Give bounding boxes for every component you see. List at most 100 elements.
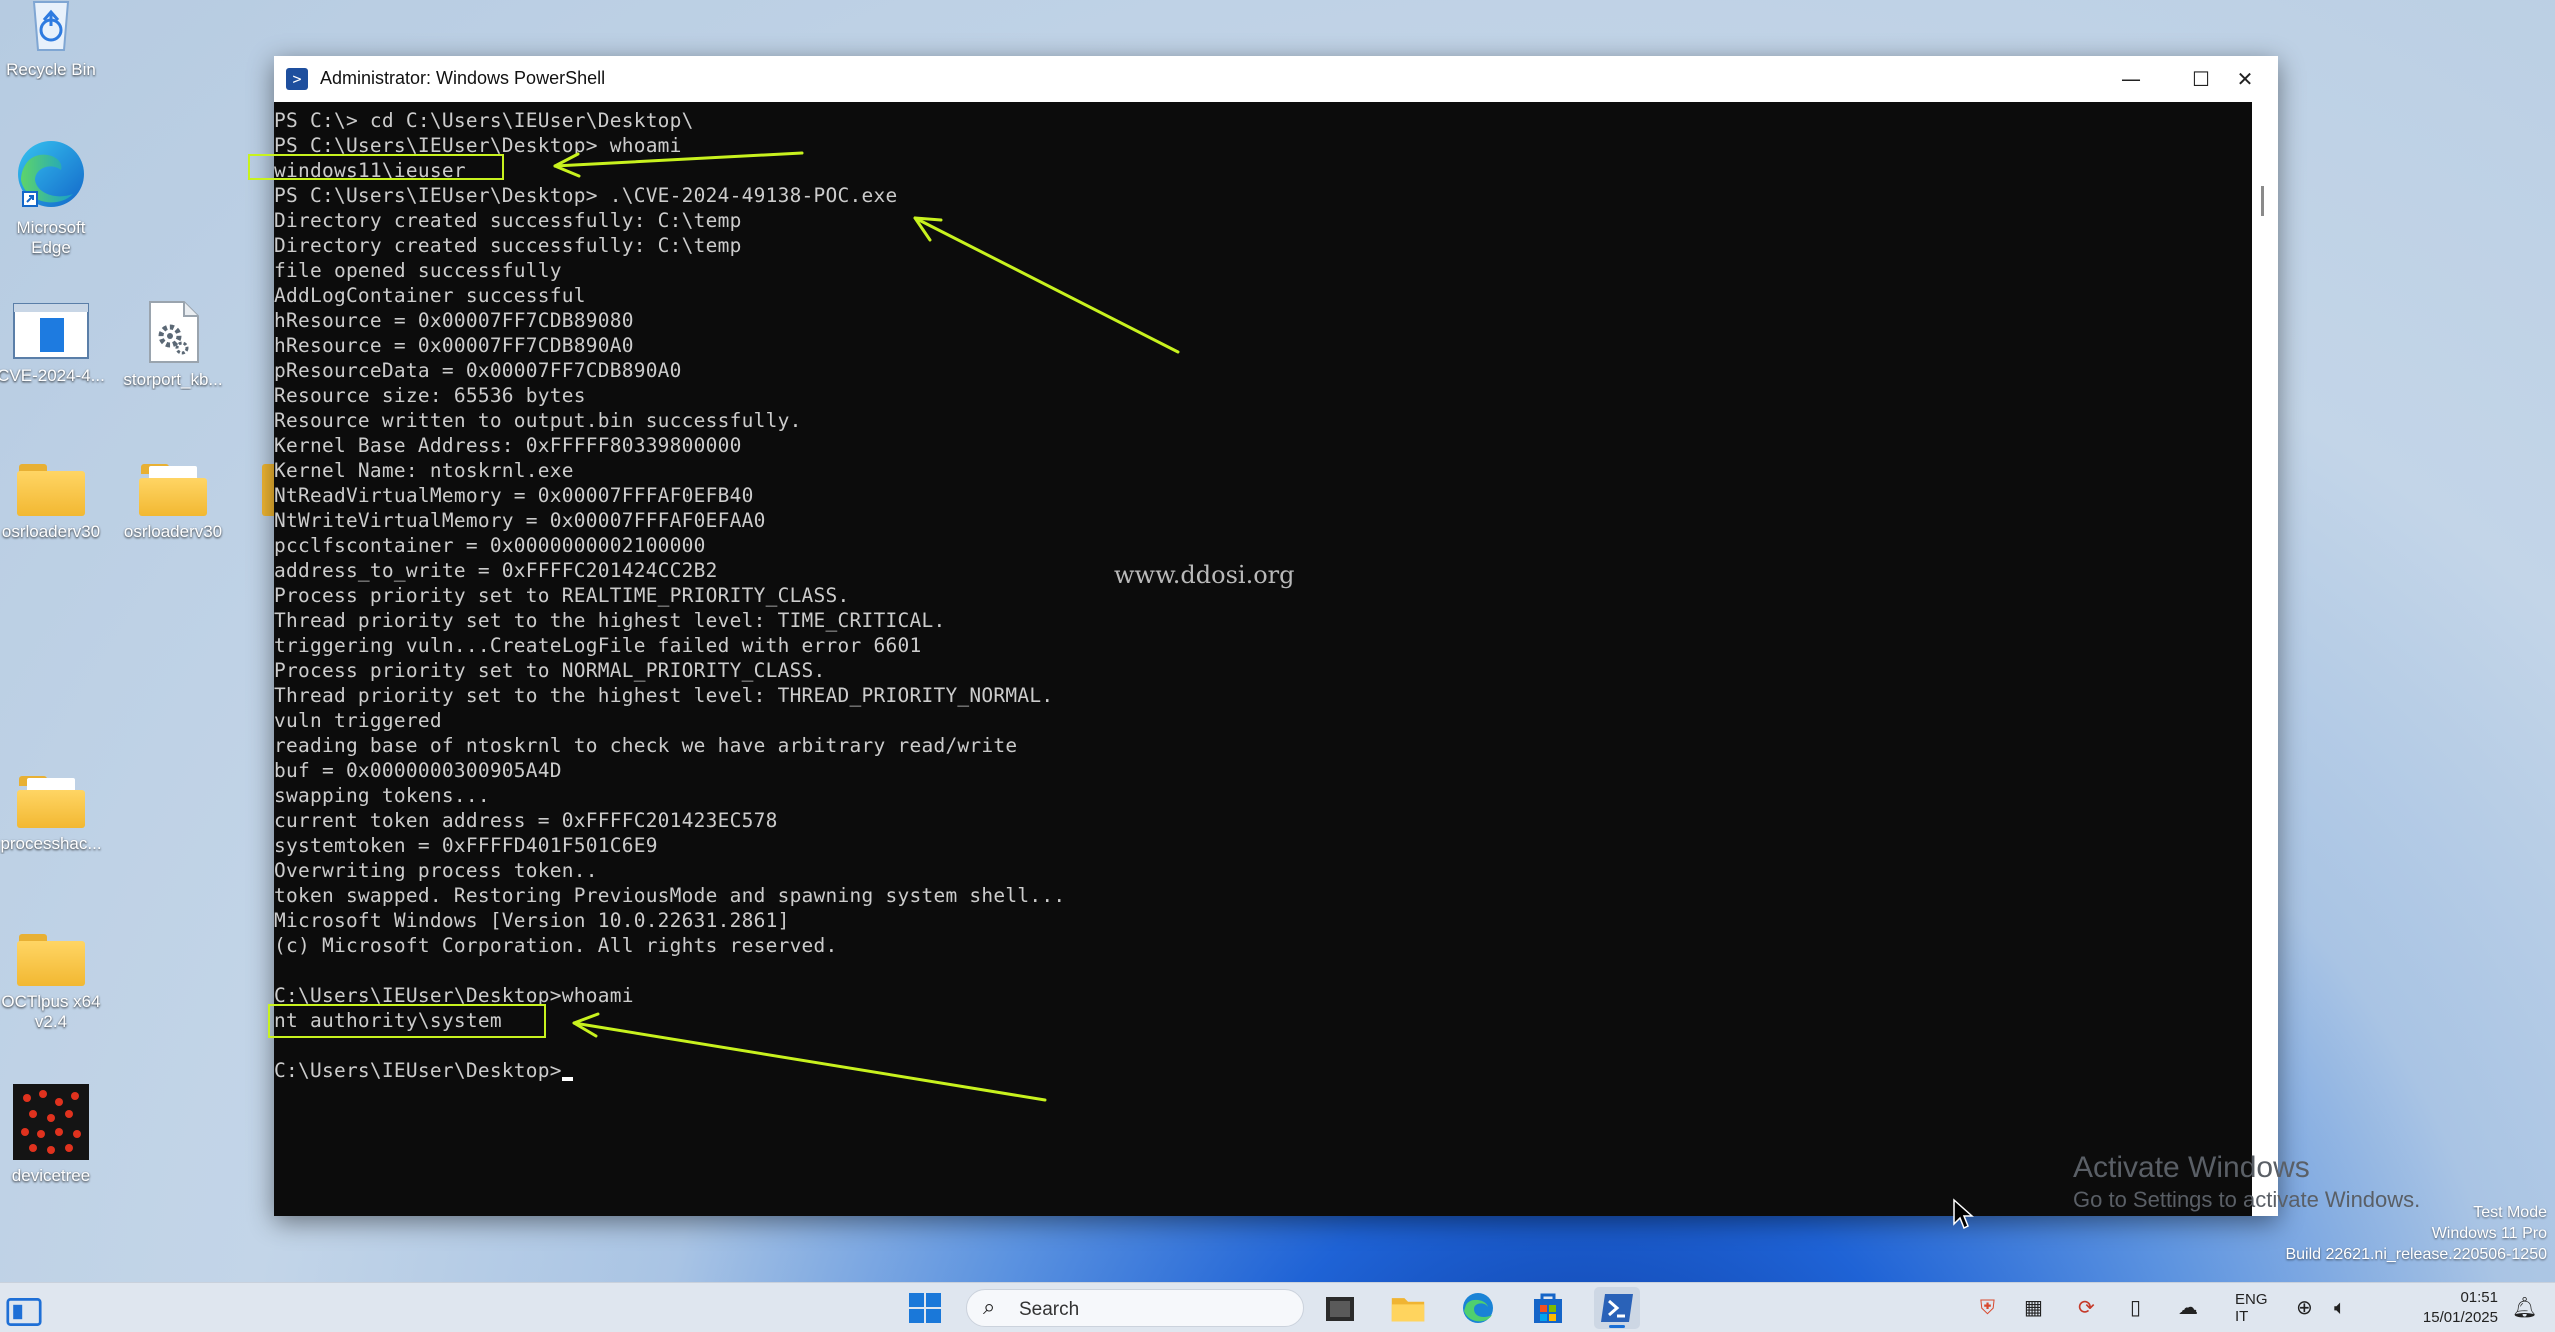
notification-bell-icon[interactable]: 🔔︎ (2512, 1295, 2537, 1319)
onedrive-offline-icon[interactable]: ☁ (2178, 1295, 2198, 1319)
terminal-line: pResourceData = 0x00007FF7CDB890A0 (274, 359, 682, 382)
clock-date: 15/01/2025 (2422, 1309, 2498, 1326)
folder-icon (17, 464, 85, 516)
desktop-icon-recycle-bin[interactable]: Recycle Bin (0, 0, 126, 80)
devicetree-icon (13, 1084, 89, 1160)
terminal-line: PS C:\Users\IEUser\Desktop> whoami (274, 134, 682, 157)
activate-windows-title: Activate Windows (2073, 1151, 2310, 1184)
terminal-line: Kernel Base Address: 0xFFFFF80339800000 (274, 434, 742, 457)
executable-file-icon (13, 303, 89, 359)
terminal-line: swapping tokens... (274, 784, 490, 807)
terminal-line: Kernel Name: ntoskrnl.exe (274, 459, 574, 482)
terminal-prompt-line[interactable]: C:\Users\IEUser\Desktop> (274, 1058, 2252, 1083)
widgets-icon[interactable] (6, 1295, 42, 1329)
terminal-line: PS C:\> cd C:\Users\IEUser\Desktop\ (274, 109, 694, 132)
terminal-line: AddLogContainer successful (274, 284, 586, 307)
desktop-icon-devicetree[interactable]: devicetree (0, 1084, 126, 1186)
desktop-icon-ocltplus[interactable]: OCTlpus x64 v2.4 (0, 934, 126, 1032)
terminal-line: token swapped. Restoring PreviousMode an… (274, 884, 1066, 907)
folder-icon (139, 464, 207, 516)
settings-file-icon (149, 301, 199, 363)
close-button[interactable]: ✕ (2212, 56, 2278, 102)
edge-taskbar-icon[interactable] (1460, 1291, 1496, 1325)
terminal-line: Microsoft Windows [Version 10.0.22631.28… (274, 909, 790, 932)
terminal-line: hResource = 0x00007FF7CDB89080 (274, 309, 634, 332)
active-indicator (1609, 1325, 1625, 1328)
search-icon: ⌕ (983, 1295, 996, 1320)
start-windows-icon[interactable] (907, 1291, 943, 1325)
terminal-line: systemtoken = 0xFFFFD401F501C6E9 (274, 834, 658, 857)
terminal-line: PS C:\Users\IEUser\Desktop> .\CVE-2024-4… (274, 184, 898, 207)
desktop-icon-edge[interactable]: Microsoft Edge (0, 136, 126, 258)
folder-icon (17, 934, 85, 986)
minimize-button[interactable]: — (2098, 56, 2164, 102)
desktop-icon-osrloader-2[interactable]: osrloaderv30 (98, 464, 248, 542)
terminal-line: NtReadVirtualMemory = 0x00007FFFAF0EFB40 (274, 484, 754, 507)
terminal-line: Overwriting process token.. (274, 859, 598, 882)
terminal-line: Resource written to output.bin successfu… (274, 409, 802, 432)
terminal-line: vuln triggered (274, 709, 442, 732)
store-icon[interactable] (1530, 1291, 1566, 1325)
file-explorer-icon[interactable] (1390, 1291, 1426, 1325)
language-sub-label: IT (2235, 1308, 2249, 1325)
terminal-line: Resource size: 65536 bytes (274, 384, 586, 407)
edge-browser-icon (18, 141, 84, 207)
recycle-bin-icon (32, 1, 70, 51)
terminal-line: NtWriteVirtualMemory = 0x00007FFFAF0EFAA… (274, 509, 766, 532)
volume-icon[interactable]: 🔈︎ (2334, 1295, 2346, 1319)
terminal-line: current token address = 0xFFFFC201423EC5… (274, 809, 778, 832)
powershell-taskbar-button[interactable] (1594, 1287, 1640, 1329)
terminal-line: (c) Microsoft Corporation. All rights re… (274, 934, 838, 957)
mouse-pointer-icon (1953, 1198, 1974, 1230)
text-cursor (561, 1077, 573, 1081)
watermark: www.ddosi.org (1114, 561, 1295, 589)
task-view-icon[interactable] (1322, 1291, 1358, 1325)
powershell-window[interactable]: > Administrator: Windows PowerShell — ☐ … (248, 56, 2278, 1216)
desktop-icon-label: storport_kb... (123, 370, 223, 389)
build-info: Test Mode Windows 11 Pro Build 22621.ni_… (2285, 1202, 2547, 1265)
desktop-icon-label: processhac... (0, 834, 102, 853)
taskbar-search-box[interactable]: ⌕ Search (966, 1289, 1304, 1327)
edition-label: Windows 11 Pro (2431, 1225, 2547, 1242)
taskbar-clock[interactable]: 01:51 15/01/2025 (2388, 1288, 2498, 1328)
vertical-scrollbar[interactable] (2252, 102, 2278, 1216)
build-label: Build 22621.ni_release.220506-1250 (2285, 1246, 2547, 1263)
annotation-box-ieuser (248, 154, 504, 180)
desktop-icon-storport[interactable]: storport_kb... (98, 300, 248, 390)
terminal-line: Thread priority set to the highest level… (274, 684, 1054, 707)
terminal-line: windows11\ieuser (274, 159, 466, 182)
terminal-line: reading base of ntoskrnl to check we hav… (274, 734, 1018, 757)
desktop-icon-label: osrloaderv30 (123, 522, 223, 541)
clock-time: 01:51 (2460, 1289, 2498, 1306)
desktop-icon-label: Microsoft Edge (16, 218, 86, 257)
terminal-line: nt authority\system (274, 1009, 502, 1032)
scrollbar-thumb[interactable] (2261, 186, 2264, 216)
taskbar: ⌕ Search ⛨ ▦ ⟳ ▯ ☁ ENG IT ⊕ 🔈︎ 01:51 15/… (0, 1282, 2555, 1332)
test-mode-label: Test Mode (2473, 1204, 2547, 1221)
terminal-output[interactable]: PS C:\> cd C:\Users\IEUser\Desktop\ PS C… (274, 102, 2252, 1216)
terminal-line: C:\Users\IEUser\Desktop>whoami (274, 984, 634, 1007)
terminal-line: Process priority set to NORMAL_PRIORITY_… (274, 659, 826, 682)
language-label: ENG (2235, 1291, 2268, 1308)
defender-icon[interactable]: ⛨ (1980, 1295, 1995, 1319)
desktop-icon-processhacker[interactable]: processhac... (0, 776, 126, 854)
sync-icon[interactable]: ⟳ (2078, 1295, 2095, 1319)
language-indicator[interactable]: ENG IT (2235, 1291, 2268, 1325)
powershell-icon: > (286, 68, 308, 90)
app-tray-icon[interactable]: ▦ (2024, 1295, 2043, 1319)
terminal-line: pcclfscontainer = 0x0000000002100000 (274, 534, 706, 557)
desktop-icon-label: Recycle Bin (6, 60, 96, 79)
terminal-line: triggering vuln...CreateLogFile failed w… (274, 634, 922, 657)
desktop-icon-label: devicetree (11, 1166, 91, 1185)
network-icon[interactable]: ⊕ (2296, 1295, 2313, 1319)
search-label: Search (1019, 1299, 1080, 1320)
terminal-line: file opened successfully (274, 259, 562, 282)
usb-icon[interactable]: ▯ (2130, 1295, 2141, 1319)
terminal-line: buf = 0x0000000300905A4D (274, 759, 562, 782)
terminal-line: Thread priority set to the highest level… (274, 609, 946, 632)
folder-icon (17, 776, 85, 828)
title-bar[interactable]: > Administrator: Windows PowerShell — ☐ … (274, 56, 2278, 102)
terminal-prompt: C:\Users\IEUser\Desktop> (274, 1059, 562, 1082)
